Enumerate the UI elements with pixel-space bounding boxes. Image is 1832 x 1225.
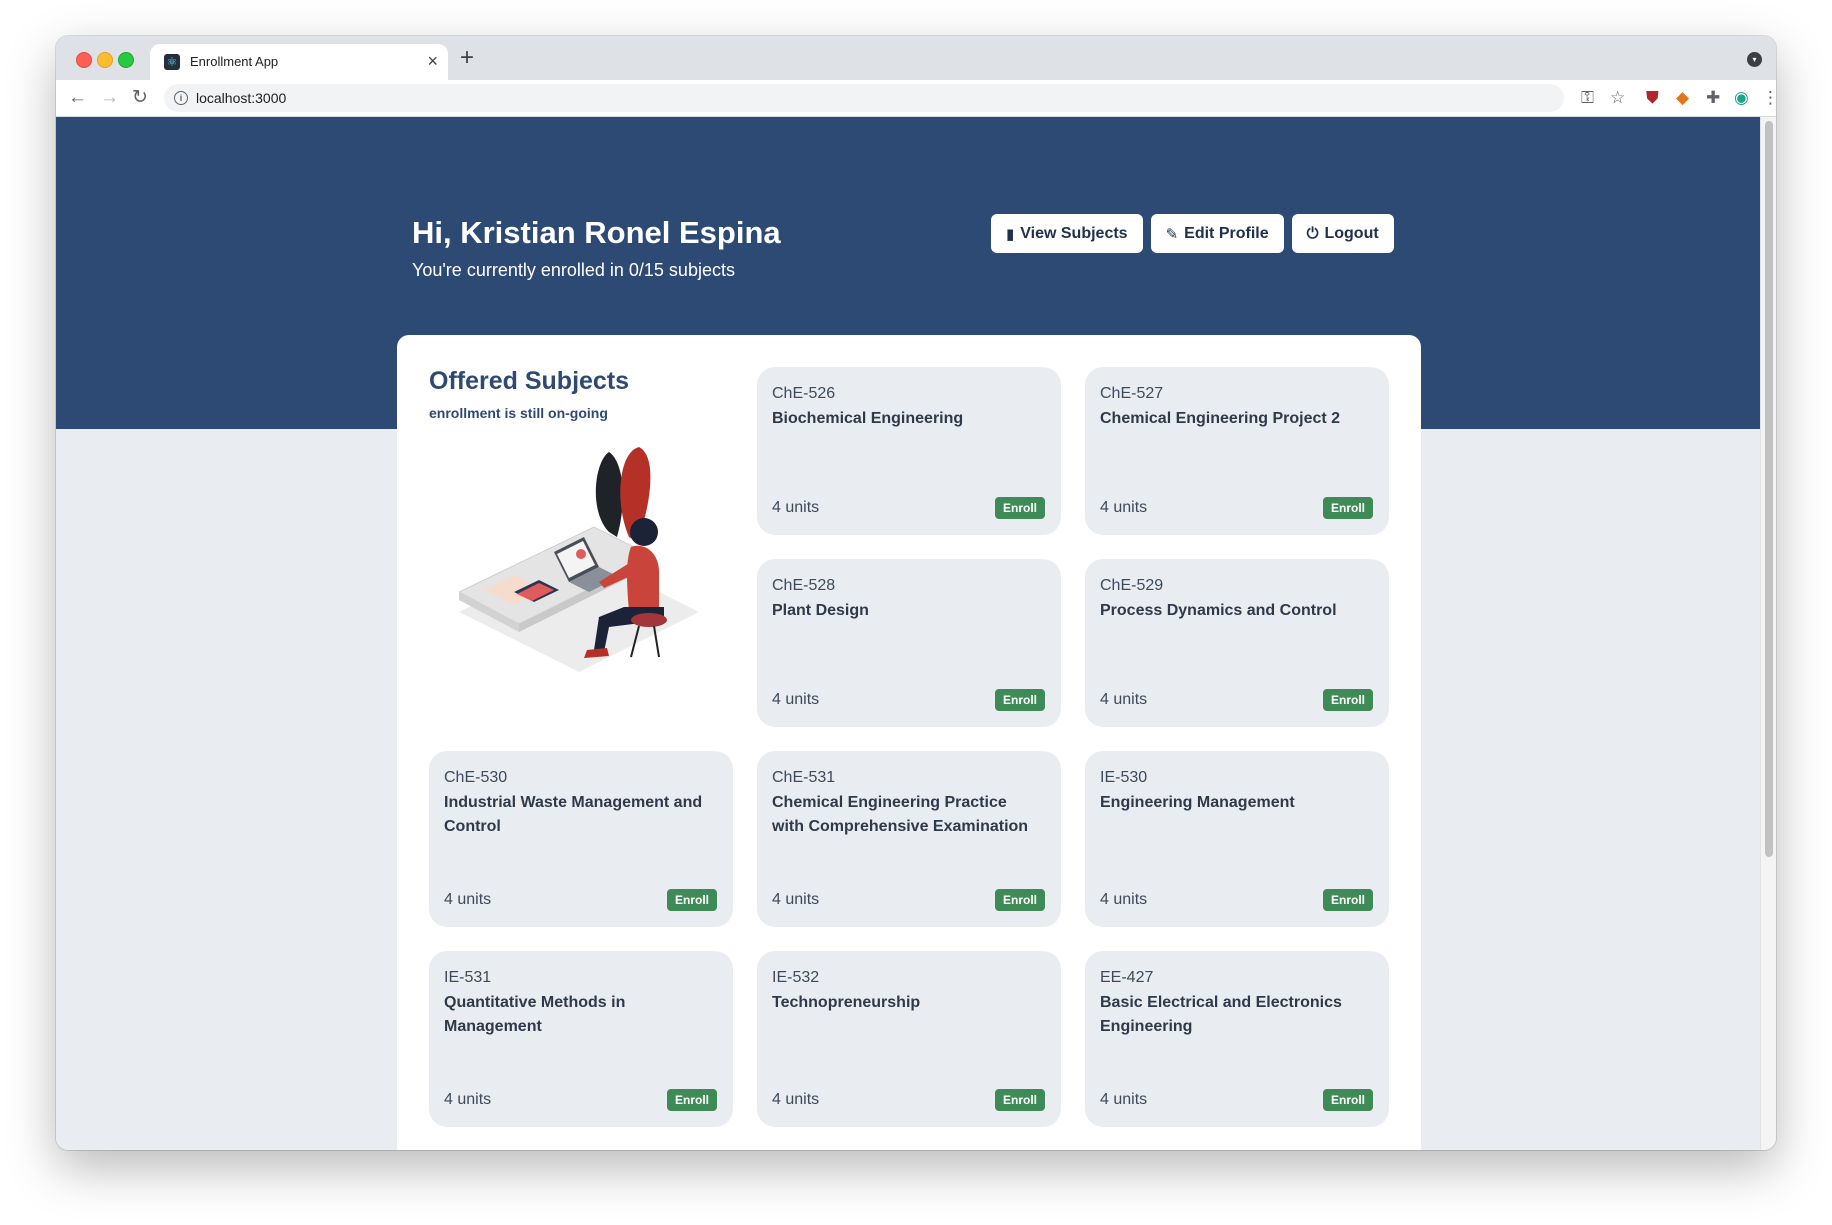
enrollment-count-text: You're currently enrolled in 0/15 subjec… bbox=[412, 260, 735, 280]
new-tab-button[interactable]: + bbox=[460, 44, 474, 72]
subject-code: IE-531 bbox=[444, 969, 492, 986]
subject-units: 4 units bbox=[444, 891, 492, 908]
subject-name: Chemical Engineering Practice with Compr… bbox=[772, 794, 1029, 835]
subject-units: 4 units bbox=[1100, 891, 1148, 908]
offered-subjects-intro: Offered Subjects enrollment is still on-… bbox=[429, 367, 719, 697]
reload-icon[interactable]: ↻ bbox=[132, 86, 148, 110]
student-at-desk-illustration bbox=[459, 447, 699, 672]
enroll-button[interactable]: Enroll bbox=[666, 889, 717, 911]
subject-code: IE-532 bbox=[772, 969, 820, 986]
enroll-button[interactable]: Enroll bbox=[994, 497, 1045, 519]
subjects-panel: Offered Subjects enrollment is still on-… bbox=[397, 335, 1421, 1150]
page-scrollbar[interactable] bbox=[1760, 117, 1776, 1150]
enroll-button[interactable]: Enroll bbox=[1322, 889, 1373, 911]
logout-button[interactable]: ⏻ Logout bbox=[1291, 214, 1394, 253]
subject-card: IE-530 Engineering Management 4 units Enrol… bbox=[1085, 751, 1389, 927]
subject-units: 4 units bbox=[1100, 691, 1148, 708]
enroll-button[interactable]: Enroll bbox=[1322, 689, 1373, 711]
subject-card: EE-427 Basic Electrical and Electronics E… bbox=[1085, 951, 1389, 1127]
browser-window: ⚛ Enrollment App × + ▾ ← → ↻ i localhost… bbox=[56, 36, 1776, 1150]
tab-search-icon[interactable]: ▾ bbox=[1747, 52, 1762, 67]
enroll-button[interactable]: Enroll bbox=[994, 1089, 1045, 1111]
react-favicon-icon: ⚛ bbox=[164, 54, 180, 70]
edit-profile-button[interactable]: ✎ Edit Profile bbox=[1150, 214, 1284, 253]
book-icon: ▮ bbox=[1006, 225, 1015, 243]
offered-subjects-title: Offered Subjects bbox=[429, 367, 630, 395]
subject-card: ChE-528 Plant Design 4 units Enroll bbox=[757, 559, 1061, 727]
browser-toolbar: ← → ↻ i localhost:3000 ⚿ ☆ ⛊ ◆ ✚ ◉ ⋮ bbox=[56, 80, 1776, 117]
address-bar[interactable]: i localhost:3000 bbox=[164, 84, 1564, 112]
subject-code: ChE-530 bbox=[444, 769, 508, 786]
profile-avatar-icon[interactable]: ◉ bbox=[1734, 88, 1749, 108]
subject-name: Basic Electrical and Electronics Enginee… bbox=[1100, 994, 1342, 1035]
tab-title: Enrollment App bbox=[190, 54, 279, 69]
subject-code: ChE-528 bbox=[772, 577, 836, 594]
subject-card: IE-532 Technopreneurship 4 units Enroll bbox=[757, 951, 1061, 1127]
enroll-button[interactable]: Enroll bbox=[666, 1089, 717, 1111]
subject-name: Plant Design bbox=[772, 602, 869, 619]
tab-strip: ⚛ Enrollment App × + ▾ bbox=[56, 36, 1776, 80]
view-subjects-label: View Subjects bbox=[1020, 224, 1128, 242]
subject-units: 4 units bbox=[772, 499, 820, 516]
subject-card: IE-531 Quantitative Methods in Management… bbox=[429, 951, 733, 1127]
subject-card: ChE-527 Chemical Engineering Project 2 4 u… bbox=[1085, 367, 1389, 535]
zoom-window-button[interactable] bbox=[118, 52, 134, 68]
subject-code: ChE-526 bbox=[772, 385, 836, 402]
subject-card: ChE-530 Industrial Waste Management and C… bbox=[429, 751, 733, 927]
header-actions: ▮ View Subjects ✎ Edit Profile ⏻ Logout bbox=[991, 214, 1394, 253]
back-arrow-icon[interactable]: ← bbox=[68, 86, 87, 110]
tab-close-icon[interactable]: × bbox=[427, 51, 438, 72]
enroll-button[interactable]: Enroll bbox=[1322, 497, 1373, 519]
browser-tab[interactable]: ⚛ Enrollment App × bbox=[150, 44, 448, 80]
bookmark-star-icon[interactable]: ☆ bbox=[1610, 88, 1625, 108]
subject-code: ChE-531 bbox=[772, 769, 836, 786]
subject-name: Biochemical Engineering bbox=[772, 410, 964, 427]
power-icon: ⏻ bbox=[1306, 225, 1319, 242]
subject-card: ChE-529 Process Dynamics and Control 4 uni… bbox=[1085, 559, 1389, 727]
view-subjects-button[interactable]: ▮ View Subjects bbox=[991, 214, 1143, 253]
subject-code: IE-530 bbox=[1100, 769, 1148, 786]
shield-extension-icon[interactable]: ⛊ bbox=[1646, 88, 1659, 108]
subject-units: 4 units bbox=[1100, 1091, 1148, 1108]
enroll-button[interactable]: Enroll bbox=[1322, 1089, 1373, 1111]
enroll-button[interactable]: Enroll bbox=[994, 889, 1045, 911]
scrollbar-thumb[interactable] bbox=[1765, 121, 1773, 857]
minimize-window-button[interactable] bbox=[97, 52, 113, 68]
edit-profile-label: Edit Profile bbox=[1184, 224, 1269, 242]
subject-name: Quantitative Methods in Management bbox=[444, 994, 626, 1035]
fox-extension-icon[interactable]: ◆ bbox=[1676, 88, 1689, 108]
site-info-icon[interactable]: i bbox=[174, 91, 188, 105]
kebab-menu-icon[interactable]: ⋮ bbox=[1762, 88, 1776, 108]
subject-card: ChE-531 Chemical Engineering Practice wit… bbox=[757, 751, 1061, 927]
key-icon[interactable]: ⚿ bbox=[1581, 88, 1594, 108]
subject-card: ChE-526 Biochemical Engineering 4 units Enr… bbox=[757, 367, 1061, 535]
close-window-button[interactable] bbox=[76, 52, 92, 68]
page-viewport: Hi, Kristian Ronel Espina You're current… bbox=[56, 117, 1760, 1150]
subject-code: ChE-529 bbox=[1100, 577, 1164, 594]
subject-units: 4 units bbox=[772, 1091, 820, 1108]
greeting-heading: Hi, Kristian Ronel Espina bbox=[412, 215, 781, 250]
subject-units: 4 units bbox=[444, 1091, 492, 1108]
enroll-button[interactable]: Enroll bbox=[994, 689, 1045, 711]
subject-code: EE-427 bbox=[1100, 969, 1154, 986]
subject-name: Engineering Management bbox=[1100, 794, 1295, 811]
subject-name: Industrial Waste Management and Control bbox=[444, 794, 703, 835]
subject-name: Chemical Engineering Project 2 bbox=[1100, 410, 1341, 427]
offered-subjects-subtitle: enrollment is still on-going bbox=[429, 405, 608, 421]
subject-code: ChE-527 bbox=[1100, 385, 1164, 402]
subject-units: 4 units bbox=[1100, 499, 1148, 516]
edit-icon: ✎ bbox=[1165, 225, 1179, 243]
subject-name: Technopreneurship bbox=[772, 994, 921, 1011]
url-text[interactable]: localhost:3000 bbox=[196, 90, 286, 106]
forward-arrow-icon[interactable]: → bbox=[100, 86, 119, 110]
subject-units: 4 units bbox=[772, 891, 820, 908]
logout-label: Logout bbox=[1324, 224, 1379, 242]
puzzle-extensions-icon[interactable]: ✚ bbox=[1706, 88, 1720, 108]
subject-name: Process Dynamics and Control bbox=[1100, 602, 1337, 619]
subject-units: 4 units bbox=[772, 691, 820, 708]
